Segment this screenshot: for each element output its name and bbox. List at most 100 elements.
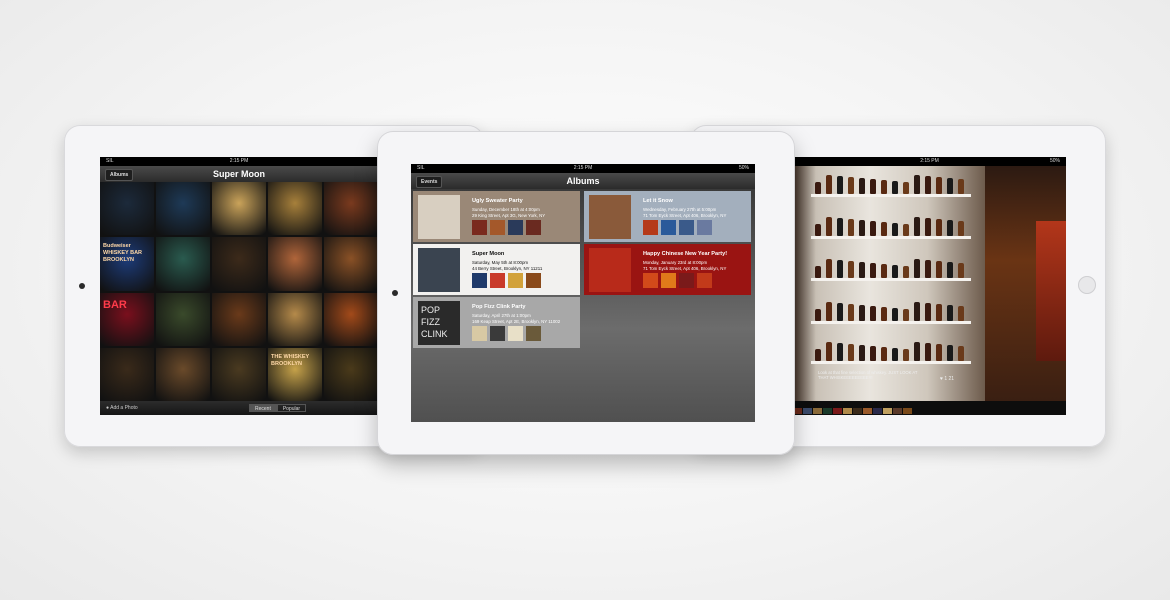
add-photo-label: Add a Photo [110,405,138,411]
home-button[interactable] [1078,276,1096,294]
bottle [870,179,876,194]
status-bar: 2:15 PM 50% [793,157,1066,166]
photo-tile[interactable] [212,237,266,291]
photo-tile[interactable] [212,292,266,346]
album-preview-photo [526,326,541,341]
clock-label: 2:15 PM [920,158,939,164]
album-card[interactable]: Super Moon Saturday, May 5th at 8:00pm 44 … [413,244,580,295]
tab-recent[interactable]: Recent [249,404,277,412]
album-title: Super Moon [472,251,505,257]
bottle [815,309,821,321]
likes-count[interactable]: ♥ 1 21 [940,376,954,382]
photo-tile[interactable] [324,292,378,346]
photo-tile[interactable] [156,292,210,346]
photo-tile[interactable]: BAR [100,292,154,346]
photo-tile[interactable]: Budweiser WHISKEY BAR BROOKLYN [100,237,154,291]
bottle [870,346,876,361]
strip-thumbnail[interactable] [853,408,862,414]
bottle [914,342,920,361]
carrier-label: SIL [417,165,425,171]
bottle [958,179,964,194]
album-preview-photos [643,273,712,288]
strip-thumbnail[interactable] [903,408,912,414]
right-screen: 2:15 PM 50% Look at that fine selection … [793,157,1066,415]
status-bar: SIL 2:15 PM 50% [411,164,755,173]
photo-tile[interactable] [212,347,266,401]
album-cover-thumbnail [418,195,460,239]
photo-tile[interactable] [212,182,266,236]
bottle [892,181,898,194]
strip-thumbnail[interactable] [863,408,872,414]
whiskey-shelf-photo[interactable] [793,166,985,401]
bottle [881,222,887,236]
album-preview-photos [472,326,541,341]
neon-sign-text: BROOKLYN [103,257,134,264]
photo-tile[interactable] [100,347,154,401]
bottle [859,345,865,361]
photo-tile[interactable] [324,182,378,236]
shelf [811,361,971,364]
strip-thumbnail[interactable] [803,408,812,414]
photo-tile[interactable] [268,237,322,291]
shelf [811,321,971,324]
bottle [947,305,953,321]
photo-caption: Look at that fine selection of whiskey. … [818,370,918,380]
photo-tile[interactable] [268,292,322,346]
album-preview-photo [526,220,541,235]
bottle [914,175,920,194]
strip-thumbnail[interactable] [813,408,822,414]
camera-icon [392,290,398,296]
photo-tile[interactable] [156,347,210,401]
strip-thumbnail[interactable] [893,408,902,414]
likes-label: 1 21 [944,376,955,382]
album-preview-photo [508,326,523,341]
nav-bar: Events Albums [411,173,755,190]
photo-tile[interactable] [324,347,378,401]
bottle [958,263,964,278]
photo-tile[interactable] [268,182,322,236]
album-card[interactable]: Ugly Sweater Party Sunday, December 18th … [413,191,580,242]
strip-thumbnail[interactable] [823,408,832,414]
events-back-button[interactable]: Events [416,176,443,188]
bottle [892,223,898,236]
photo-tile[interactable] [156,182,210,236]
photo-tile[interactable] [324,237,378,291]
album-cover-thumbnail: POP FIZZ CLINK [418,301,460,345]
status-bar: SIL 2:15 PM [100,157,378,166]
bottle [947,178,953,194]
bottle [859,262,865,278]
photo-grid: Budweiser WHISKEY BAR BROOKLYN BAR THE WHISK… [100,182,378,401]
photo-tile[interactable] [156,237,210,291]
album-card[interactable]: POP FIZZ CLINK Pop Fizz Clink Party Saturday… [413,297,580,348]
album-date: Saturday, April 27th at 1:00pm [472,313,531,318]
next-photo-preview[interactable] [985,166,1066,401]
photo-tile[interactable] [100,182,154,236]
albums-back-button[interactable]: Albums [105,169,134,181]
bottle [947,345,953,361]
nav-bar: Albums Super Moon [100,166,378,183]
bottle [837,218,843,236]
strip-thumbnail[interactable] [883,408,892,414]
strip-thumbnail[interactable] [833,408,842,414]
strip-thumbnail[interactable] [873,408,882,414]
photo-tile[interactable]: THE WHISKEY BROOKLYN [268,347,322,401]
bottle [925,218,931,236]
album-cover-thumbnail [589,248,631,292]
tab-popular[interactable]: Popular [276,404,307,412]
album-date: Monday, January 23rd at 8:00pm [643,260,708,265]
add-photo-button[interactable]: ● Add a Photo [106,401,138,415]
album-card[interactable]: Happy Chinese New Year Party! Monday, Jan… [584,244,751,295]
bottle [870,263,876,278]
album-date: Wednesday, February 27th at 5:00pm [643,207,717,212]
album-preview-photo [490,326,505,341]
neon-sign-text: BAR [103,298,127,311]
neon-sign-text: Budweiser [103,243,131,250]
neon-sign-text: BROOKLYN [271,360,302,367]
album-cover-thumbnail [418,248,460,292]
strip-thumbnail[interactable] [843,408,852,414]
battery-label: 50% [1049,158,1060,164]
album-card[interactable]: Let it Snow Wednesday, February 27th at 5… [584,191,751,242]
album-preview-photo [697,273,712,288]
bottle [903,224,909,236]
preview-highlight [1036,221,1066,361]
